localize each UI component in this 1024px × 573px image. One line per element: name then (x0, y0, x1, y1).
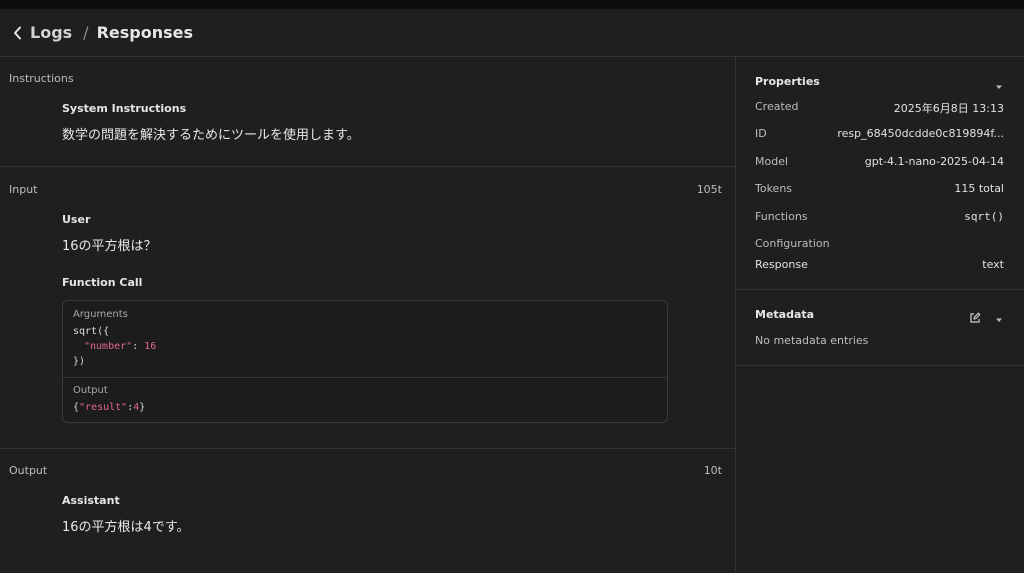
user-role: User (62, 213, 91, 226)
arguments-line-2: "number": 16 (84, 341, 156, 352)
tokens-value: 115 total (954, 182, 1004, 195)
chevron-down-icon[interactable] (994, 77, 1004, 89)
breadcrumb-separator: / (83, 23, 89, 42)
metadata-empty-text: No metadata entries (755, 334, 869, 347)
arguments-line-3: }) (73, 356, 86, 367)
function-output-json: {"result":4} (73, 402, 145, 413)
chevron-down-icon[interactable] (994, 310, 1004, 322)
edit-icon[interactable] (969, 309, 981, 323)
assistant-message: 16の平方根は4です。 (62, 520, 190, 535)
created-value: 2025年6月8日 13:13 (893, 102, 1004, 115)
model-label: Model (755, 155, 789, 168)
id-value[interactable]: resp_68450dcdde0c819894f... (837, 127, 1004, 140)
breadcrumb-logs-link[interactable]: Logs (30, 23, 72, 42)
output-key: "result" (79, 402, 128, 413)
user-message: 16の平方根は？ (62, 239, 157, 254)
log-detail-main: Instructions System Instructions 数学の問題を解… (0, 57, 736, 573)
properties-panel: Properties Created 2025年6月8日 13:13 ID re… (737, 57, 1024, 290)
function-call-box: Arguments sqrt({ "number": 16 }) Output … (62, 300, 668, 423)
input-token-count: 105t (696, 183, 722, 196)
arguments-key: "number" (84, 341, 133, 352)
configuration-label: Configuration (755, 237, 830, 250)
function-output-label: Output (73, 385, 108, 396)
metadata-title: Metadata (755, 308, 815, 321)
chevron-left-icon[interactable] (10, 25, 26, 41)
page-header: Logs / Responses (0, 9, 1024, 57)
response-value: text (982, 258, 1004, 271)
instructions-label: Instructions (9, 72, 74, 85)
functions-value[interactable]: sqrt() (964, 210, 1004, 223)
window-top-strip (0, 0, 1024, 9)
instructions-section: Instructions System Instructions 数学の問題を解… (0, 57, 736, 167)
input-label: Input (9, 183, 38, 196)
metadata-panel: Metadata No metadata entries (737, 290, 1024, 366)
page-title: Responses (96, 23, 193, 42)
output-section: Output 10t Assistant 16の平方根は4です。 (0, 449, 736, 573)
functions-label: Functions (755, 210, 808, 223)
created-label: Created (755, 100, 799, 113)
system-instructions-role: System Instructions (62, 102, 187, 115)
arguments-colon: : (132, 341, 145, 352)
output-label: Output (9, 464, 48, 477)
arguments-value: 16 (144, 341, 157, 352)
details-sidebar: Properties Created 2025年6月8日 13:13 ID re… (737, 57, 1024, 573)
tokens-label: Tokens (755, 182, 793, 195)
id-label: ID (755, 127, 767, 140)
function-call-title: Function Call (62, 276, 143, 289)
system-instructions-text: 数学の問題を解決するためにツールを使用します。 (62, 128, 360, 143)
model-value: gpt-4.1-nano-2025-04-14 (864, 155, 1004, 168)
properties-title: Properties (755, 75, 820, 88)
response-label: Response (755, 258, 808, 271)
output-brace-close: } (139, 402, 146, 413)
function-call-divider (63, 377, 667, 378)
output-token-count: 10t (703, 464, 722, 477)
assistant-role: Assistant (62, 494, 120, 507)
arguments-line-1: sqrt({ (73, 326, 110, 337)
arguments-label: Arguments (73, 309, 128, 320)
